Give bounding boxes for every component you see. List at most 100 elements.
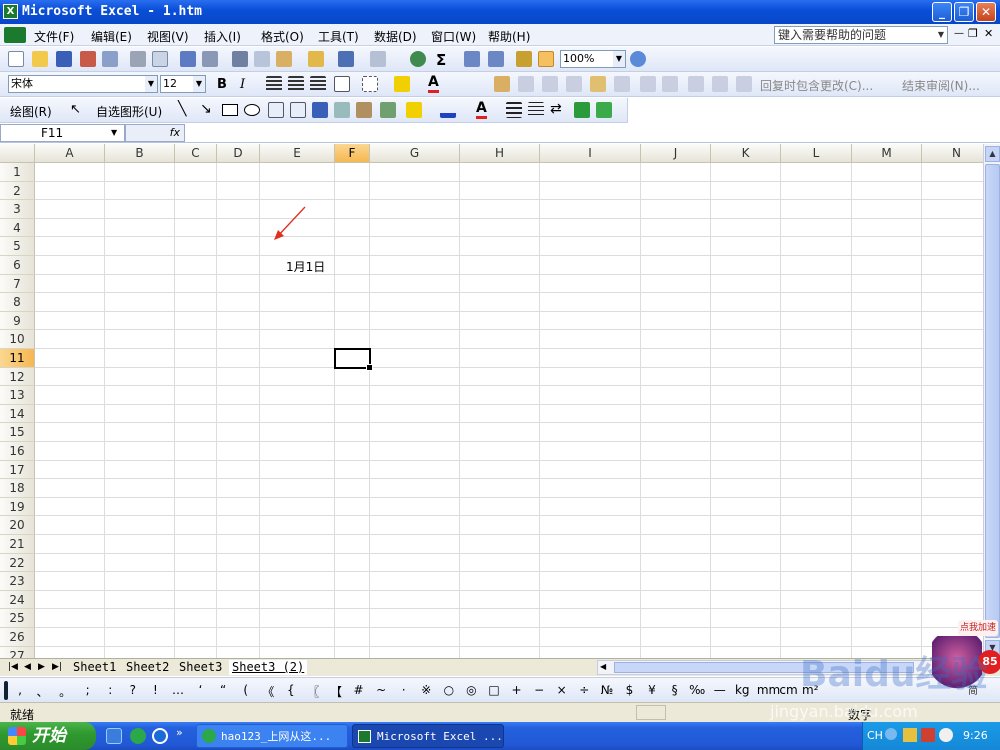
symbol-button[interactable]: … (170, 683, 186, 697)
column-header-D[interactable]: D (217, 144, 260, 163)
column-header-B[interactable]: B (105, 144, 175, 163)
symbol-button[interactable]: × (554, 683, 570, 697)
row-header-25[interactable]: 25 (0, 609, 35, 628)
open-icon[interactable] (32, 51, 48, 67)
line-style-icon[interactable] (506, 102, 522, 118)
rectangle-icon[interactable] (222, 104, 238, 116)
insert-function-button[interactable]: fx (125, 124, 185, 142)
review-icon-2[interactable] (518, 76, 534, 92)
line-color-icon[interactable] (440, 102, 456, 118)
row-header-11[interactable]: 11 (0, 349, 35, 368)
worksheet-grid[interactable]: A B C D E F G H I J K L M N 1 2 3 4 5 6 7 8 9 10 11 12 13 14 15 16 17 1… (0, 144, 983, 658)
vertical-scrollbar[interactable]: ▲ ▼ (983, 144, 1000, 658)
scroll-thumb[interactable] (985, 164, 1000, 638)
row-header-8[interactable]: 8 (0, 293, 35, 312)
oval-icon[interactable] (244, 104, 260, 116)
symbol-button[interactable]: № (599, 683, 615, 697)
clipart-icon[interactable] (356, 102, 372, 118)
symbol-button[interactable]: 《 (260, 683, 276, 700)
column-header-G[interactable]: G (370, 144, 460, 163)
symbol-button[interactable]: ~ (373, 683, 389, 697)
symbol-button[interactable]: — (712, 683, 728, 697)
chevron-down-icon[interactable]: ▼ (193, 76, 205, 92)
symbol-button[interactable]: 〖 (305, 683, 321, 700)
reply-with-changes-button[interactable]: 回复时包含更改(C)... (760, 77, 873, 94)
picture-icon[interactable] (380, 102, 396, 118)
borders-icon[interactable] (362, 76, 378, 92)
shadow-style-icon[interactable] (574, 102, 590, 118)
row-header-15[interactable]: 15 (0, 423, 35, 442)
paste-icon[interactable] (276, 51, 292, 67)
align-left-icon[interactable] (266, 76, 282, 92)
menu-file[interactable]: 文件(F) (34, 28, 74, 45)
row-header-24[interactable]: 24 (0, 590, 35, 610)
end-review-button[interactable]: 结束审阅(N)... (902, 77, 980, 94)
column-header-F[interactable]: F (335, 144, 370, 163)
column-header-L[interactable]: L (781, 144, 852, 163)
symbol-button[interactable]: − (531, 683, 547, 697)
review-icon-3[interactable] (542, 76, 558, 92)
font-name-select[interactable]: 宋体 ▼ (8, 75, 158, 93)
symbol-button[interactable]: ÷ (576, 683, 592, 697)
tray-app-icon-2[interactable] (921, 728, 935, 742)
email-icon[interactable] (102, 51, 118, 67)
menu-help[interactable]: 帮助(H) (488, 28, 530, 45)
taskbar-item-excel[interactable]: Microsoft Excel ... (352, 724, 504, 748)
symbol-button[interactable]: ( (238, 683, 254, 697)
align-center-icon[interactable] (288, 76, 304, 92)
row-header-1[interactable]: 1 (0, 163, 35, 182)
workbook-icon[interactable] (4, 27, 26, 43)
menu-window[interactable]: 窗口(W) (431, 28, 476, 45)
symbol-button[interactable]: { (283, 683, 299, 697)
column-header-E[interactable]: E (260, 144, 335, 163)
sheet-tab-4[interactable]: Sheet3 (2) (229, 660, 308, 675)
chevron-down-icon[interactable]: ▼ (935, 27, 947, 43)
row-header-7[interactable]: 7 (0, 274, 35, 294)
column-header-K[interactable]: K (711, 144, 781, 163)
sheet-tab-2[interactable]: Sheet2 (123, 660, 172, 675)
symbol-button[interactable]: cm (779, 683, 797, 697)
align-right-icon[interactable] (310, 76, 326, 92)
tray-app-icon-1[interactable] (903, 728, 917, 742)
review-icon-6[interactable] (614, 76, 630, 92)
name-box[interactable]: F11 ▼ (0, 124, 125, 142)
review-icon-5[interactable] (590, 76, 606, 92)
reviewing-icon[interactable] (494, 76, 510, 92)
doc-restore-icon[interactable]: ❐ (968, 27, 978, 40)
row-header-3[interactable]: 3 (0, 200, 35, 219)
toolbar-handle[interactable] (4, 681, 8, 700)
row-header-19[interactable]: 19 (0, 497, 35, 517)
symbol-button[interactable]: ! (147, 683, 163, 697)
first-sheet-icon[interactable]: |◀ (8, 662, 18, 672)
zoom-select[interactable]: 100% ▼ (560, 50, 626, 68)
column-header-H[interactable]: H (460, 144, 540, 163)
row-header-23[interactable]: 23 (0, 572, 35, 591)
row-header-12[interactable]: 12 (0, 367, 35, 387)
line-icon[interactable]: ╲ (178, 101, 186, 117)
menu-insert[interactable]: 插入(I) (204, 28, 241, 45)
chevron-down-icon[interactable]: ▼ (145, 76, 157, 92)
symbol-button[interactable]: , (12, 683, 28, 697)
minimize-button[interactable]: _ (932, 2, 952, 22)
symbol-button[interactable]: kg (734, 683, 750, 697)
font-color-icon[interactable]: A (476, 101, 487, 119)
row-header-21[interactable]: 21 (0, 535, 35, 554)
print-preview-icon[interactable] (152, 51, 168, 67)
bold-button[interactable]: B (217, 77, 227, 92)
help-question-box[interactable]: 键入需要帮助的问题 ▼ (774, 26, 948, 44)
symbol-button[interactable]: : (102, 683, 118, 697)
font-color-icon[interactable]: A (428, 75, 439, 93)
row-header-22[interactable]: 22 (0, 553, 35, 573)
quicklaunch-desktop-icon[interactable] (106, 728, 122, 744)
language-indicator[interactable]: CH (867, 729, 883, 742)
chart-wizard-icon[interactable] (516, 51, 532, 67)
row-header-26[interactable]: 26 (0, 628, 35, 647)
draw-menu[interactable]: 绘图(R) (10, 103, 52, 120)
sort-ascending-icon[interactable] (464, 51, 480, 67)
review-icon-7[interactable] (640, 76, 656, 92)
row-header-27[interactable]: 27 (0, 646, 35, 658)
redo-icon[interactable] (370, 51, 386, 67)
quicklaunch-browser-icon[interactable] (130, 728, 146, 744)
symbol-button[interactable]: mm (757, 683, 780, 697)
symbol-button[interactable]: ◎ (463, 683, 479, 697)
